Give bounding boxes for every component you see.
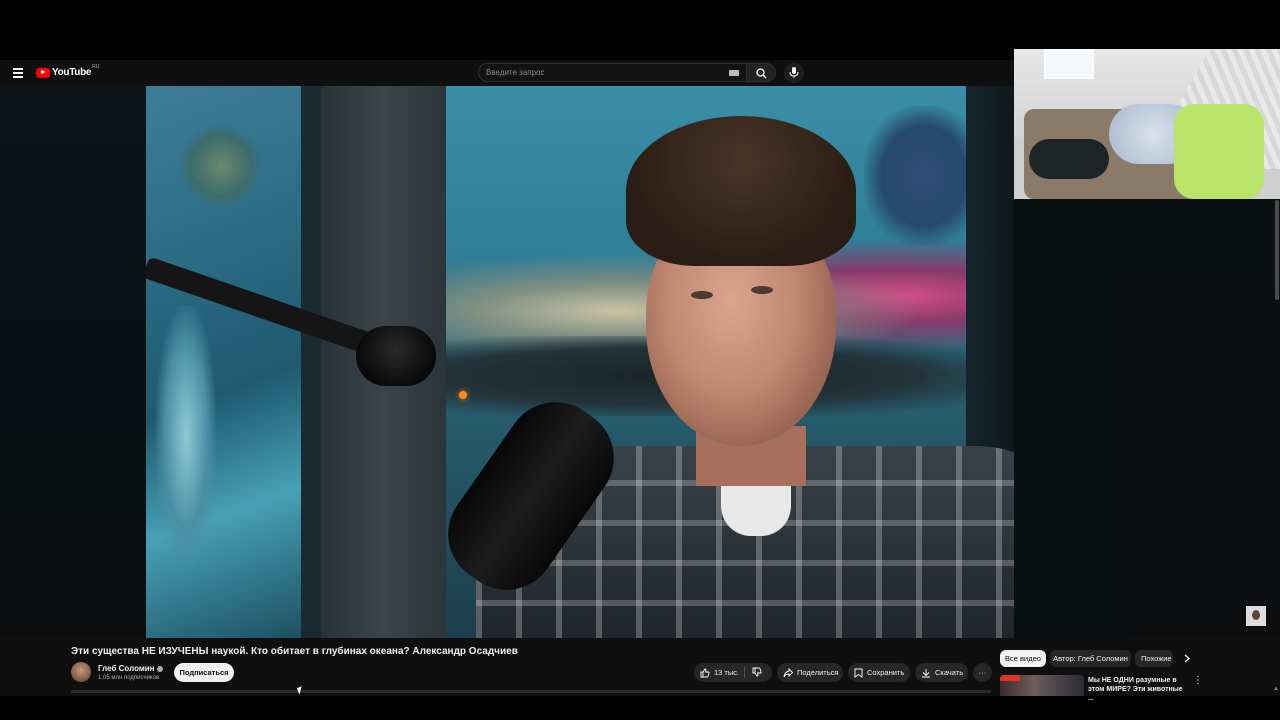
recommendation-title[interactable]: Мы НЕ ОДНИ разумные в этом МИРЕ? Эти жив… (1088, 676, 1188, 703)
like-icon (700, 668, 710, 677)
download-icon (922, 668, 930, 677)
recommendation-more-icon[interactable]: ⋮ (1193, 676, 1203, 686)
channel-name[interactable]: Глеб Соломин (98, 664, 163, 673)
person-eye (751, 286, 773, 294)
subscribe-button[interactable]: Подписаться (174, 663, 234, 682)
more-icon: ··· (978, 668, 987, 677)
pillar (301, 86, 321, 638)
youtube-play-icon (36, 67, 50, 78)
search-placeholder: Введите запрос (486, 68, 545, 77)
chip-author[interactable]: Автор: Глеб Соломин (1050, 650, 1131, 667)
channel-avatar[interactable] (71, 662, 91, 682)
channel-name-text: Глеб Соломин (98, 664, 155, 673)
youtube-logo[interactable]: YouTube RU (36, 63, 100, 78)
recommendation-thumbnail[interactable] (1000, 675, 1084, 696)
person-eye (691, 291, 713, 299)
like-divider (744, 667, 745, 678)
like-count: 13 тыс. (714, 668, 740, 677)
download-button[interactable]: Скачать (915, 663, 968, 682)
search-button[interactable] (746, 63, 776, 82)
search-input[interactable]: Введите запрос (478, 63, 748, 82)
masthead: YouTube RU Введите запрос (0, 60, 1015, 86)
video-title: Эти существа НЕ ИЗУЧЕНЫ наукой. Кто обит… (71, 646, 518, 657)
voice-search-button[interactable] (784, 63, 804, 83)
save-icon (854, 668, 863, 678)
chip-all-videos[interactable]: Все видео (1000, 650, 1046, 667)
logo-text: YouTube (52, 67, 92, 78)
scrollbar-thumb[interactable] (1275, 200, 1279, 300)
person-hair (626, 116, 856, 266)
search-icon (756, 68, 767, 79)
chevron-right-icon[interactable] (1183, 654, 1191, 663)
chip-similar[interactable]: Похожие (1135, 650, 1173, 667)
keyboard-icon[interactable] (729, 70, 739, 76)
ambient-left (0, 86, 146, 638)
aquarium-left (146, 86, 306, 638)
more-actions-button[interactable]: ··· (973, 663, 992, 682)
webcam-overlay (1014, 49, 1280, 199)
share-button[interactable]: Поделиться (777, 663, 843, 682)
video-frame[interactable] (146, 86, 1014, 638)
side-avatar[interactable] (1246, 606, 1266, 626)
mic-icon (789, 67, 799, 78)
dislike-icon[interactable] (752, 667, 762, 677)
like-button[interactable]: 13 тыс. (694, 663, 772, 682)
download-label: Скачать (935, 668, 964, 677)
room-window (1044, 49, 1094, 79)
video-info: Эти существа НЕ ИЗУЧЕНЫ наукой. Кто обит… (0, 638, 1280, 702)
country-code: RU (92, 63, 100, 70)
share-label: Поделиться (797, 668, 839, 677)
save-button[interactable]: Сохранить (848, 663, 910, 682)
verified-icon (156, 665, 163, 672)
save-label: Сохранить (867, 668, 905, 677)
share-icon (783, 667, 793, 677)
scroll-down-arrow[interactable]: ▲ (1273, 686, 1279, 692)
page-divider (71, 690, 991, 693)
subscriber-count: 1,05 млн подписчиков (98, 675, 160, 681)
mic-mount (356, 326, 436, 386)
green-blanket (1174, 104, 1264, 199)
mic-light (459, 391, 467, 399)
menu-icon[interactable] (13, 68, 23, 78)
